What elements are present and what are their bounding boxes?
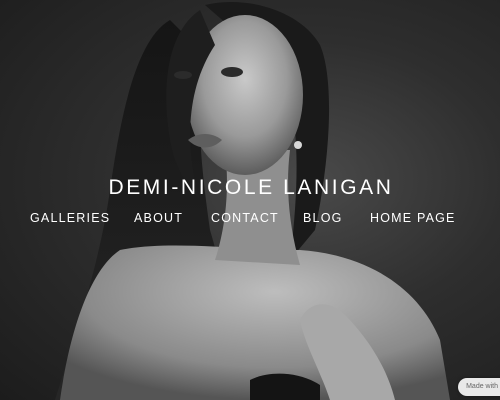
site-title[interactable]: DEMI-NICOLE LANIGAN [0,172,500,204]
site-header: DEMI-NICOLE LANIGAN [0,172,500,204]
nav-item-galleries[interactable]: GALLERIES [30,209,110,227]
page: DEMI-NICOLE LANIGAN GALLERIES ABOUT CONT… [0,0,500,400]
made-with-badge[interactable]: Made with [458,378,500,396]
nav-item-contact[interactable]: CONTACT [211,209,279,227]
nav-item-blog[interactable]: BLOG [303,209,343,227]
nav-item-home-page[interactable]: HOME PAGE [370,209,456,227]
nav-item-about[interactable]: ABOUT [134,209,183,227]
main-nav: GALLERIES ABOUT CONTACT BLOG HOME PAGE [0,209,500,229]
